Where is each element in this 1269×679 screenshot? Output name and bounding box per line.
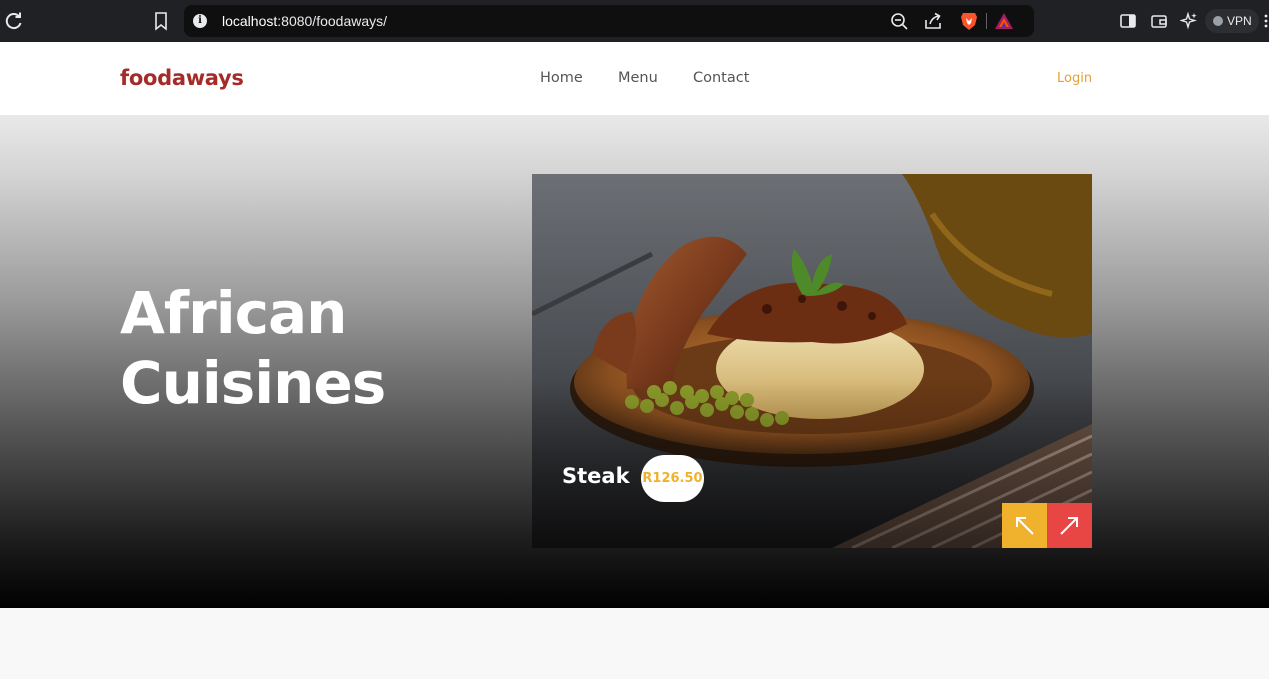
slide-next-button[interactable] <box>1047 503 1092 548</box>
login-link[interactable]: Login <box>1057 71 1092 86</box>
below-hero-section <box>0 608 1269 679</box>
arrow-up-right-icon <box>1060 517 1078 535</box>
bookmark-icon[interactable] <box>152 11 170 31</box>
site-header: foodaways Home Menu Contact Login <box>0 42 1269 115</box>
vpn-status-icon <box>1213 16 1223 26</box>
brand-logo[interactable]: foodaways <box>120 66 244 90</box>
hero-title: African Cuisines <box>120 278 386 418</box>
slide-prev-button[interactable] <box>1002 503 1047 548</box>
share-icon[interactable] <box>924 12 942 30</box>
price-badge: R126.50 <box>641 455 704 502</box>
dish-photo <box>532 174 1092 548</box>
arrow-up-left-icon <box>1016 517 1034 535</box>
hero-title-line-1: African <box>120 279 347 347</box>
reload-icon[interactable] <box>4 11 24 31</box>
dish-name: Steak <box>562 464 630 488</box>
toolbar-separator <box>986 13 987 29</box>
leo-icon[interactable] <box>1180 12 1198 30</box>
brave-shields-icon[interactable] <box>960 11 978 31</box>
nav-menu[interactable]: Menu <box>618 70 658 86</box>
zoom-icon[interactable] <box>890 12 908 30</box>
info-icon[interactable]: i <box>193 14 207 28</box>
hero-title-line-2: Cuisines <box>120 349 386 417</box>
address-bar[interactable]: i localhost:8080/foodaways/ <box>184 5 1034 37</box>
nav-home[interactable]: Home <box>540 70 583 86</box>
bat-rewards-icon[interactable] <box>994 12 1014 30</box>
vpn-button[interactable]: VPN <box>1205 9 1259 33</box>
wallet-icon[interactable] <box>1151 13 1167 29</box>
menu-icon[interactable] <box>1264 14 1268 28</box>
url-text[interactable]: localhost:8080/foodaways/ <box>222 13 387 29</box>
hero-section: African Cuisines Steak R126.50 <box>0 115 1269 608</box>
vpn-label: VPN <box>1227 14 1252 28</box>
browser-toolbar: i localhost:8080/foodaways/ VPN <box>0 0 1269 42</box>
dish-slide: Steak R126.50 <box>532 174 1092 548</box>
sidebar-icon[interactable] <box>1120 13 1136 29</box>
nav-contact[interactable]: Contact <box>693 70 749 86</box>
